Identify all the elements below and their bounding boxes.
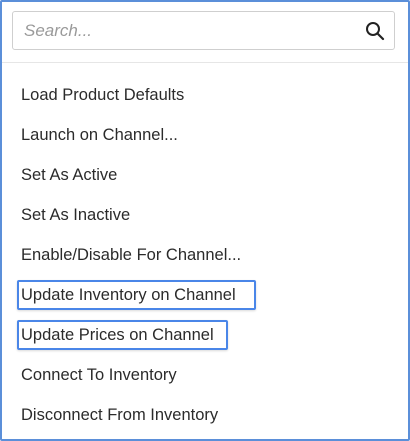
search-box[interactable] — [12, 11, 395, 50]
menu-item-update-inventory-on-channel[interactable]: Update Inventory on Channel — [2, 274, 408, 314]
search-input[interactable] — [24, 12, 354, 49]
menu-item-label: Load Product Defaults — [21, 85, 185, 104]
menu-item-label: Update Inventory on Channel — [17, 279, 256, 310]
menu-item-update-prices-on-channel[interactable]: Update Prices on Channel — [2, 314, 408, 354]
menu-item-disconnect-from-inventory[interactable]: Disconnect From Inventory — [2, 394, 408, 434]
action-menu-list: Load Product Defaults Launch on Channel.… — [2, 74, 408, 434]
menu-item-label: Launch on Channel... — [21, 125, 178, 144]
menu-item-label: Update Prices on Channel — [17, 319, 228, 350]
menu-item-label: Disconnect From Inventory — [21, 405, 219, 424]
search-area — [2, 2, 408, 63]
menu-item-label: Connect To Inventory — [21, 365, 177, 384]
menu-item-connect-to-inventory[interactable]: Connect To Inventory — [2, 354, 408, 394]
menu-item-label: Set As Inactive — [21, 205, 131, 224]
menu-item-launch-on-channel[interactable]: Launch on Channel... — [2, 114, 408, 154]
menu-item-set-as-active[interactable]: Set As Active — [2, 154, 408, 194]
menu-item-load-product-defaults[interactable]: Load Product Defaults — [2, 74, 408, 114]
menu-item-label: Enable/Disable For Channel... — [21, 245, 242, 264]
menu-item-set-as-inactive[interactable]: Set As Inactive — [2, 194, 408, 234]
menu-item-label: Set As Active — [21, 165, 118, 184]
actions-dropdown-panel: Load Product Defaults Launch on Channel.… — [0, 0, 410, 441]
search-icon[interactable] — [365, 21, 385, 41]
menu-item-enable-disable-for-channel[interactable]: Enable/Disable For Channel... — [2, 234, 408, 274]
